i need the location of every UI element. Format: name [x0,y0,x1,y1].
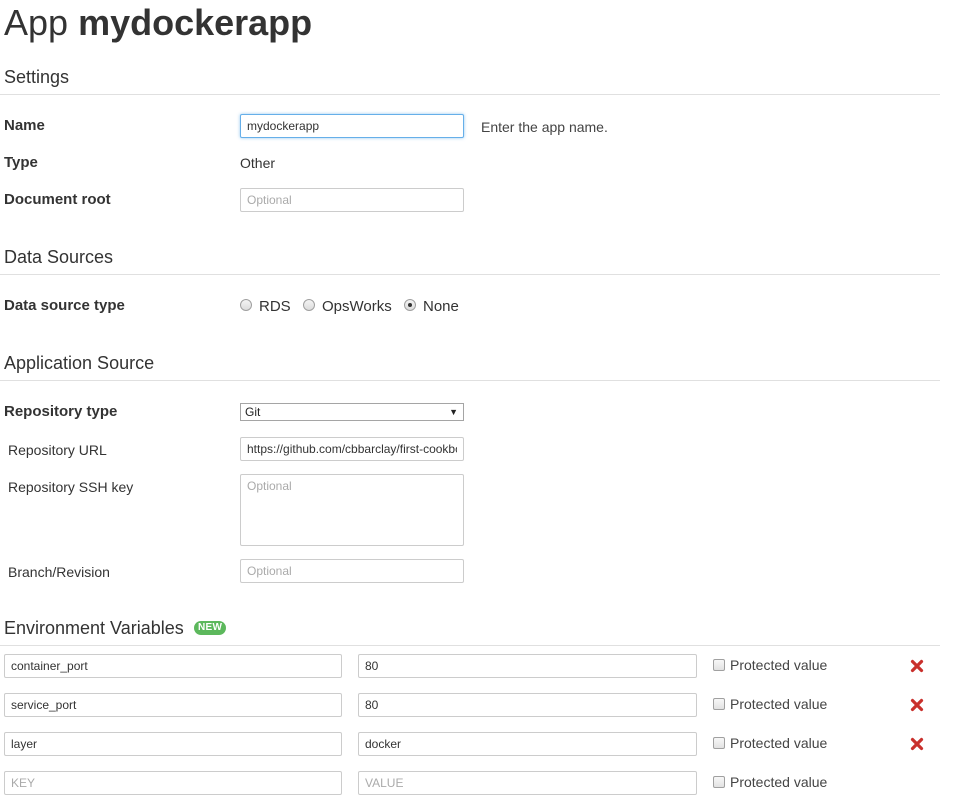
name-help-text: Enter the app name. [481,119,608,135]
repository-ssh-key-textarea[interactable] [240,474,464,546]
page-title-app-name: mydockerapp [78,2,313,43]
remove-variable-icon[interactable] [910,737,924,751]
env-value-input[interactable] [358,654,697,678]
env-key-input[interactable] [4,771,342,795]
new-badge: NEW [194,621,227,635]
branch-revision-label: Branch/Revision [8,564,110,580]
radio-none[interactable] [404,299,416,311]
env-key-input[interactable] [4,732,342,756]
remove-variable-icon[interactable] [910,659,924,673]
protected-value-label: Protected value [730,657,828,673]
protected-value-label: Protected value [730,696,828,712]
type-label: Type [4,154,38,171]
repository-ssh-key-label: Repository SSH key [8,479,134,495]
protected-value-checkbox[interactable] [713,776,725,788]
protected-value-label: Protected value [730,735,828,751]
section-divider [0,645,940,646]
remove-variable-icon[interactable] [910,698,924,712]
radio-opsworks-label: OpsWorks [322,298,392,315]
app-name-input[interactable] [240,114,464,138]
repository-type-select[interactable]: Git ▼ [240,403,464,421]
protected-value-checkbox[interactable] [713,659,725,671]
document-root-input[interactable] [240,188,464,212]
page-title-prefix: App [4,2,69,43]
page-title: App mydockerapp [4,2,312,44]
protected-value-checkbox[interactable] [713,698,725,710]
name-label: Name [4,117,45,134]
radio-rds-label: RDS [259,298,291,315]
repository-type-value: Git [245,405,261,419]
section-divider [0,380,940,381]
section-title-environment-variables: Environment Variables [4,618,184,638]
repository-url-label: Repository URL [8,442,107,458]
dropdown-arrow-icon: ▼ [449,407,458,417]
env-value-input[interactable] [358,732,697,756]
repository-type-label: Repository type [4,403,118,420]
env-key-input[interactable] [4,654,342,678]
type-value: Other [240,155,276,171]
protected-value-checkbox[interactable] [713,737,725,749]
section-title-data-sources: Data Sources [4,247,114,267]
radio-opsworks[interactable] [303,299,315,311]
protected-value-label: Protected value [730,774,828,790]
section-title-application-source: Application Source [4,353,155,373]
section-divider [0,94,940,95]
env-key-input[interactable] [4,693,342,717]
env-value-input[interactable] [358,693,697,717]
document-root-label: Document root [4,191,111,208]
radio-none-label: None [423,298,459,315]
section-title-settings: Settings [4,67,70,87]
data-source-type-label: Data source type [4,297,125,314]
section-divider [0,274,940,275]
env-value-input[interactable] [358,771,697,795]
branch-revision-input[interactable] [240,559,464,583]
radio-rds[interactable] [240,299,252,311]
repository-url-input[interactable] [240,437,464,461]
